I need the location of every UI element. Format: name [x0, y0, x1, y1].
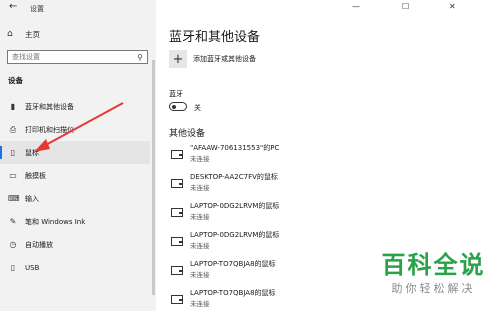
bluetooth-toggle[interactable] — [169, 102, 187, 111]
device-name: LAPTOP-TO7QBJA8的鼠标 — [190, 289, 276, 297]
sidebar-item-label: 触摸板 — [25, 171, 46, 180]
device-name: "AFAAW-706131553"的PC — [190, 144, 280, 152]
sidebar-item-input[interactable]: ⌨ 输入 — [0, 187, 150, 210]
device-name: LAPTOP-TO7QBJA8的鼠标 — [190, 260, 276, 268]
device-status: 未连接 — [190, 300, 210, 308]
sidebar-nav: ▮ 蓝牙和其他设备 ⎙ 打印机和扫描仪 ▯ 鼠标 ▭ 触摸板 ⌨ 输入 ✎ 笔和… — [0, 95, 150, 279]
sidebar-item-label: 自动播放 — [25, 240, 53, 249]
device-status: 未连接 — [190, 213, 210, 221]
printer-icon: ⎙ — [9, 124, 17, 134]
device-status: 未连接 — [190, 155, 210, 163]
device-icon — [171, 295, 183, 304]
sidebar-section-title: 设备 — [8, 76, 23, 85]
sidebar-item-label: 蓝牙和其他设备 — [25, 102, 74, 111]
device-status: 未连接 — [190, 271, 210, 279]
other-devices-heading: 其他设备 — [169, 129, 206, 139]
search-input[interactable]: 查找设置 ⚲ — [7, 50, 148, 64]
bluetooth-devices-icon: ▮ — [10, 102, 16, 111]
sidebar-item-pen[interactable]: ✎ 笔和 Windows Ink — [0, 210, 150, 233]
device-status: 未连接 — [190, 184, 210, 192]
watermark: 百科全说 助你轻松解决 — [376, 250, 491, 296]
bluetooth-state: 关 — [194, 104, 201, 112]
list-item[interactable]: LAPTOP-0DG2LRVM的鼠标 未连接 — [169, 199, 489, 228]
device-icon — [171, 237, 183, 246]
touchpad-icon: ▭ — [9, 171, 17, 180]
add-device-label[interactable]: 添加蓝牙或其他设备 — [193, 54, 256, 64]
device-name: LAPTOP-0DG2LRVM的鼠标 — [190, 202, 280, 210]
pen-icon: ✎ — [9, 217, 17, 226]
sidebar-home[interactable]: ⌂ 主页 — [7, 27, 40, 41]
window-title: 设置 — [30, 5, 44, 13]
page-title: 蓝牙和其他设备 — [169, 30, 261, 45]
sidebar-item-printers[interactable]: ⎙ 打印机和扫描仪 — [0, 118, 150, 141]
close-button[interactable]: ✕ — [449, 2, 456, 11]
back-arrow-icon[interactable]: ← — [9, 1, 17, 12]
home-icon: ⌂ — [7, 29, 13, 39]
usb-icon: ▯ — [10, 263, 16, 272]
maximize-button[interactable]: ☐ — [402, 2, 409, 11]
sidebar-scrollbar[interactable] — [152, 60, 155, 295]
sidebar-item-bluetooth[interactable]: ▮ 蓝牙和其他设备 — [0, 95, 150, 118]
sidebar-item-label: 笔和 Windows Ink — [25, 217, 86, 226]
device-status: 未连接 — [190, 242, 210, 250]
sidebar-home-label: 主页 — [25, 29, 40, 39]
sidebar-item-touchpad[interactable]: ▭ 触摸板 — [0, 164, 150, 187]
device-name: DESKTOP-AA2C7FV的鼠标 — [190, 173, 278, 181]
list-item[interactable]: "AFAAW-706131553"的PC 未连接 — [169, 141, 489, 170]
device-icon — [171, 150, 183, 159]
search-icon[interactable]: ⚲ — [137, 53, 143, 62]
sidebar-item-usb[interactable]: ▯ USB — [0, 256, 150, 279]
minimize-button[interactable]: — — [352, 2, 360, 11]
autoplay-icon: ◷ — [9, 240, 17, 249]
sidebar-item-label: 打印机和扫描仪 — [25, 125, 74, 134]
watermark-title: 百科全说 — [381, 251, 486, 279]
list-item[interactable]: DESKTOP-AA2C7FV的鼠标 未连接 — [169, 170, 489, 199]
add-device-button[interactable]: + — [169, 50, 187, 68]
bluetooth-label: 蓝牙 — [169, 90, 183, 98]
device-icon — [171, 179, 183, 188]
sidebar-item-label: 输入 — [25, 194, 39, 203]
sidebar-item-label: 鼠标 — [25, 148, 39, 157]
plus-icon: + — [172, 51, 184, 67]
sidebar-item-autoplay[interactable]: ◷ 自动播放 — [0, 233, 150, 256]
sidebar-item-label: USB — [25, 263, 40, 272]
keyboard-icon: ⌨ — [8, 194, 20, 203]
sidebar: ← 设置 ⌂ 主页 查找设置 ⚲ 设备 ▮ 蓝牙和其他设备 ⎙ 打印机和扫描仪 … — [0, 0, 156, 311]
search-placeholder: 查找设置 — [12, 53, 40, 61]
device-icon — [171, 266, 183, 275]
device-name: LAPTOP-0DG2LRVM的鼠标 — [190, 231, 280, 239]
mouse-icon: ▯ — [10, 148, 16, 157]
device-icon — [171, 208, 183, 217]
watermark-subtitle: 助你轻松解决 — [391, 282, 476, 295]
sidebar-item-mouse[interactable]: ▯ 鼠标 — [0, 141, 150, 164]
